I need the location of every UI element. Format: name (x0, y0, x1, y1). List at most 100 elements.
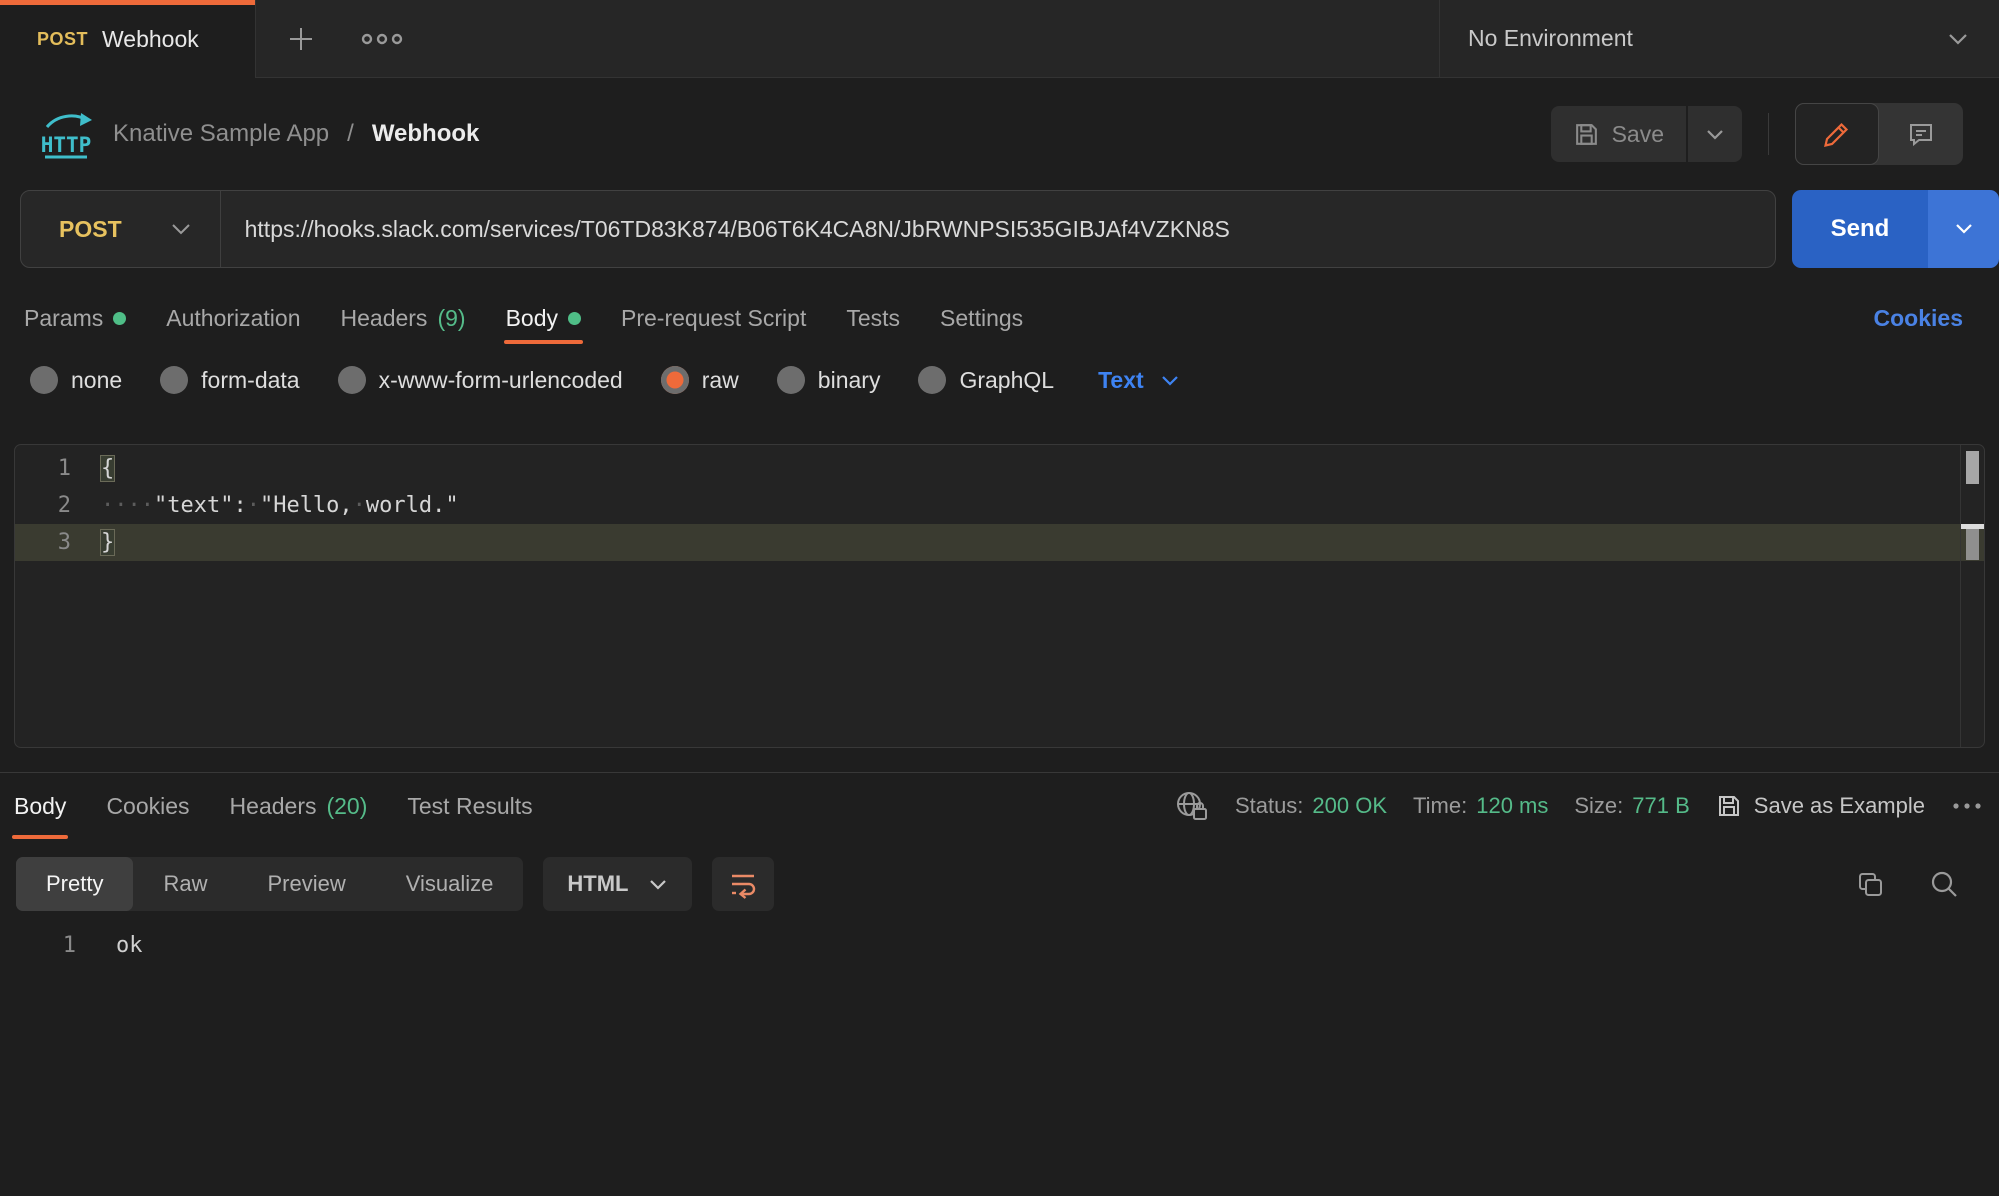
request-body-editor[interactable]: 1 { 2 ····"text":·"Hello,·world." 3 } (14, 444, 1985, 748)
body-mode-row: none form-data x-www-form-urlencoded raw… (0, 354, 1999, 406)
scrollbar-thumb[interactable] (1966, 451, 1979, 484)
tab-params[interactable]: Params (24, 292, 126, 344)
response-tabs: Body Cookies Headers (20) Test Results (14, 773, 533, 839)
response-tab-headers[interactable]: Headers (20) (230, 773, 368, 839)
view-raw[interactable]: Raw (133, 857, 237, 911)
tab-authorization-label: Authorization (166, 305, 300, 332)
method-label: POST (59, 216, 122, 243)
response-view-switcher: Pretty Raw Preview Visualize (16, 857, 523, 911)
time-indicator[interactable]: Time: 120 ms (1413, 793, 1548, 819)
request-header-row: HTTP Knative Sample App / Webhook Save (0, 78, 1999, 190)
save-as-example-button[interactable]: Save as Example (1716, 793, 1925, 819)
new-tab-button[interactable] (286, 24, 316, 54)
editor-line-1: 1 { (15, 450, 1984, 487)
save-options-button[interactable] (1688, 106, 1742, 162)
tab-headers[interactable]: Headers (9) (341, 292, 466, 344)
cookies-link[interactable]: Cookies (1874, 305, 1963, 332)
whitespace-dot: · (247, 493, 260, 518)
mode-urlencoded[interactable]: x-www-form-urlencoded (338, 366, 623, 394)
active-tab-indicator (0, 0, 255, 5)
raw-language-selector[interactable]: Text (1098, 367, 1180, 394)
tab-settings[interactable]: Settings (940, 292, 1023, 344)
environment-label: No Environment (1468, 25, 1633, 52)
documentation-button-group (1795, 103, 1963, 165)
breadcrumb-collection[interactable]: Knative Sample App (113, 120, 329, 148)
tab-headers-label: Headers (341, 305, 428, 332)
request-tab[interactable]: POST Webhook (0, 0, 256, 78)
network-globe-lock-icon (1175, 790, 1209, 822)
send-options-button[interactable] (1928, 190, 1999, 268)
breadcrumb-request-name[interactable]: Webhook (372, 120, 480, 148)
response-toolbar: Pretty Raw Preview Visualize HTML (0, 857, 1999, 911)
radio-graphql (918, 366, 946, 394)
response-tab-cookies[interactable]: Cookies (106, 773, 189, 839)
tab-options-button[interactable] (360, 32, 404, 46)
edit-description-button[interactable] (1795, 103, 1879, 165)
mode-form-data[interactable]: form-data (160, 366, 299, 394)
environment-selector[interactable]: No Environment (1439, 0, 1999, 78)
breadcrumb: HTTP Knative Sample App / Webhook (37, 107, 479, 161)
copy-response-button[interactable] (1855, 869, 1885, 899)
whitespace-dot: · (353, 493, 366, 518)
response-line-number: 1 (0, 933, 88, 958)
save-icon (1716, 793, 1742, 819)
mode-raw[interactable]: raw (661, 366, 739, 394)
size-value: 771 B (1632, 793, 1690, 819)
mode-graphql[interactable]: GraphQL (918, 366, 1054, 394)
code-text: ····"text":·"Hello,·world." (85, 493, 459, 518)
code-token: "Hello, (260, 493, 353, 518)
size-indicator[interactable]: Size: 771 B (1574, 793, 1689, 819)
more-options-icon (1951, 801, 1983, 811)
tab-authorization[interactable]: Authorization (166, 292, 300, 344)
code-token: world." (366, 493, 459, 518)
active-response-tab-underline (12, 835, 68, 839)
response-meta: Status: 200 OK Time: 120 ms Size: 771 B … (1175, 790, 1983, 822)
radio-urlencoded (338, 366, 366, 394)
url-input[interactable]: https://hooks.slack.com/services/T06TD83… (221, 216, 1230, 243)
tab-settings-label: Settings (940, 305, 1023, 332)
tab-strip (256, 0, 1439, 78)
editor-overview-ruler[interactable] (1960, 445, 1984, 747)
send-button[interactable]: Send (1792, 190, 1928, 268)
save-button[interactable]: Save (1551, 106, 1686, 162)
whitespace-dots: ···· (101, 493, 154, 518)
radio-raw-selected (661, 366, 689, 394)
tab-method-badge: POST (37, 29, 88, 50)
view-pretty[interactable]: Pretty (16, 857, 133, 911)
response-format-selector[interactable]: HTML (543, 857, 692, 911)
tab-tests-label: Tests (846, 305, 900, 332)
response-body-viewer[interactable]: 1 ok (0, 927, 1999, 964)
status-value: 200 OK (1312, 793, 1387, 819)
view-preview[interactable]: Preview (237, 857, 375, 911)
response-tab-body[interactable]: Body (14, 773, 66, 839)
save-icon (1573, 121, 1600, 148)
comments-button[interactable] (1879, 103, 1963, 165)
pencil-icon (1823, 120, 1851, 148)
tab-body-label: Body (506, 305, 558, 332)
response-tab-headers-label: Headers (230, 793, 317, 820)
radio-binary (777, 366, 805, 394)
code-token: "text": (154, 493, 247, 518)
response-tab-test-results[interactable]: Test Results (407, 773, 532, 839)
response-tab-tests-label: Test Results (407, 793, 532, 820)
mode-binary[interactable]: binary (777, 366, 881, 394)
mode-none[interactable]: none (30, 366, 122, 394)
postman-window: POST Webhook No Environment (0, 0, 1999, 1196)
raw-language-label: Text (1098, 367, 1144, 394)
body-dot-indicator (568, 312, 581, 325)
mode-raw-label: raw (702, 367, 739, 394)
tab-prerequest-script[interactable]: Pre-request Script (621, 292, 806, 344)
method-selector[interactable]: POST (21, 191, 221, 267)
current-line-marker-bar (1966, 529, 1979, 560)
tab-title: Webhook (102, 26, 199, 53)
tab-tests[interactable]: Tests (846, 292, 900, 344)
response-options-button[interactable] (1951, 801, 1983, 811)
status-indicator[interactable]: Status: 200 OK (1235, 793, 1387, 819)
editor-line-2: 2 ····"text":·"Hello,·world." (15, 487, 1984, 524)
search-response-button[interactable] (1929, 869, 1959, 899)
view-visualize[interactable]: Visualize (376, 857, 524, 911)
comment-icon (1907, 120, 1935, 148)
wrap-lines-button[interactable] (712, 857, 774, 911)
tab-body[interactable]: Body (506, 292, 581, 344)
save-as-example-label: Save as Example (1754, 793, 1925, 819)
